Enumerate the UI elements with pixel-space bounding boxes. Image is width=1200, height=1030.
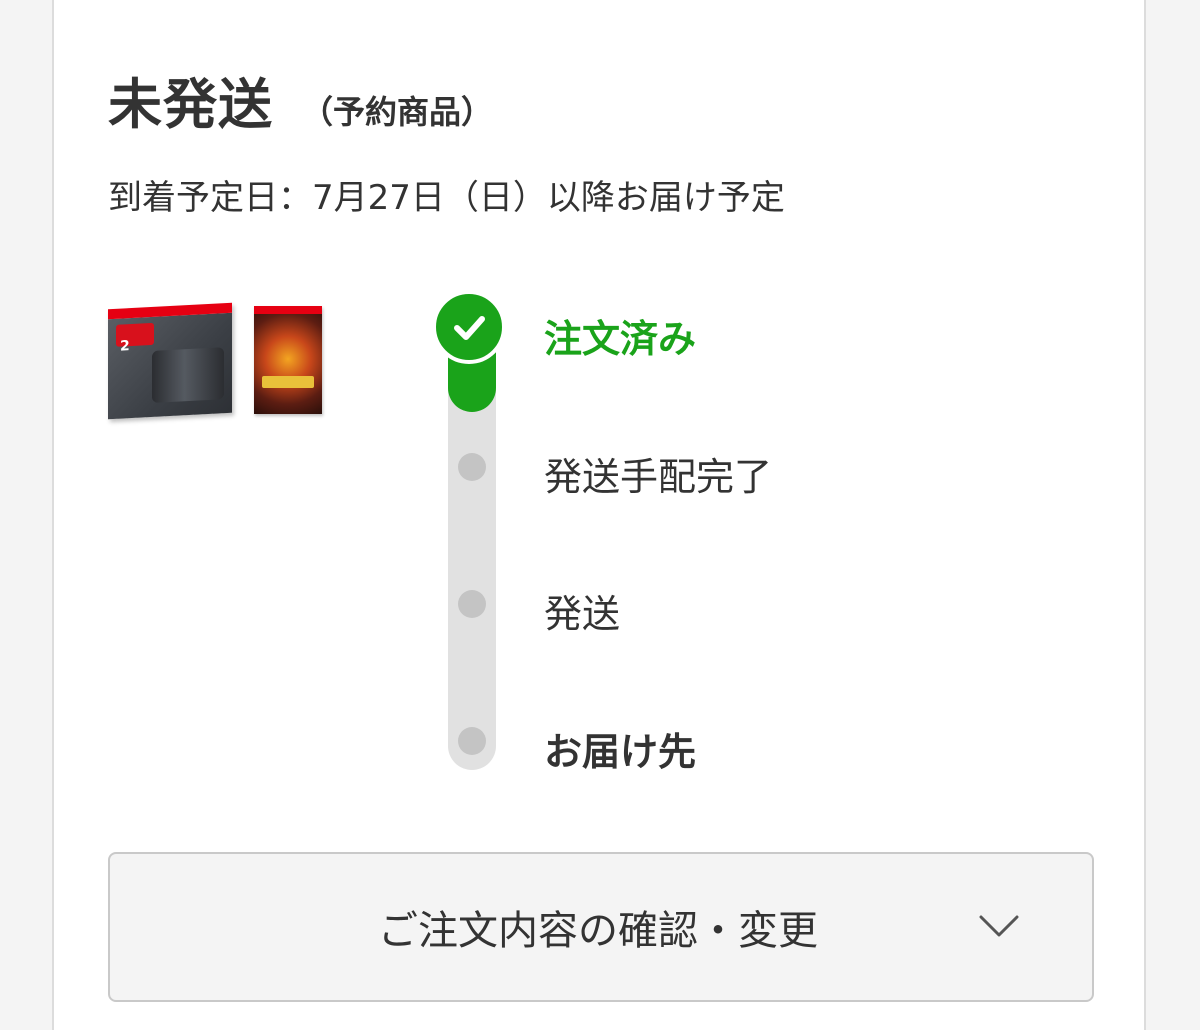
game-box-image [254, 306, 322, 414]
step-ordered-check-icon [432, 290, 506, 364]
product-thumbnails: 2 [108, 302, 324, 420]
console-box-text: 2 [120, 338, 130, 355]
console-box-image: 2 [108, 302, 232, 420]
step-label-arranged: 発送手配完了 [544, 455, 773, 499]
step-dot-shipped [458, 590, 486, 618]
shipment-status-title: 未発送 [108, 73, 273, 136]
step-label-shipped: 発送 [544, 592, 621, 636]
chevron-down-icon [979, 915, 1019, 937]
step-label-delivery: お届け先 [544, 730, 697, 774]
step-dot-arranged [458, 453, 486, 481]
step-dot-delivery [458, 727, 486, 755]
arrival-date-text: 到着予定日：7月27日（日）以降お届け予定 [108, 178, 785, 218]
order-details-button-label: ご注文内容の確認・変更 [378, 908, 818, 954]
checkmark-icon [454, 316, 485, 340]
shipment-title-row: 未発送 （予約商品） [108, 60, 493, 139]
order-details-button[interactable]: ご注文内容の確認・変更 [108, 852, 1094, 1002]
shipment-card: 未発送 （予約商品） 到着予定日：7月27日（日）以降お届け予定 2 注文済み … [52, 0, 1146, 1030]
shipment-status-subtitle: （予約商品） [301, 93, 494, 131]
step-label-ordered: 注文済み [544, 317, 697, 361]
